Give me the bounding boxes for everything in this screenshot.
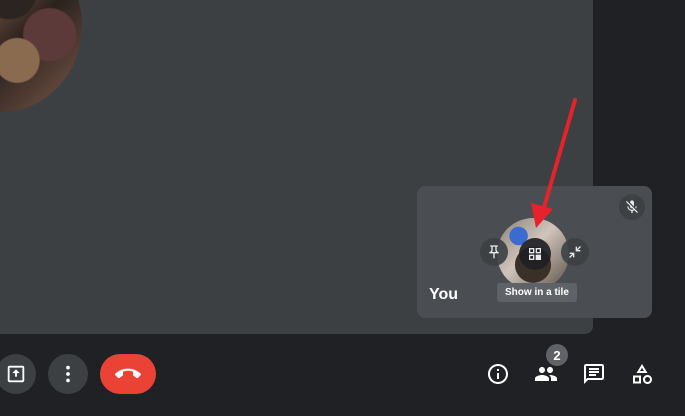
minimize-button[interactable] (561, 238, 589, 266)
grid-icon (529, 248, 541, 260)
pin-icon (489, 245, 499, 259)
participant-video (0, 0, 82, 112)
meeting-details-button[interactable] (484, 360, 512, 388)
mic-off-icon (619, 194, 645, 220)
chat-icon (584, 364, 604, 384)
show-in-tile-button[interactable] (519, 238, 551, 270)
activities-button[interactable] (628, 360, 656, 388)
shapes-icon (633, 364, 652, 384)
leave-call-button[interactable] (100, 354, 156, 394)
chat-button[interactable] (580, 360, 608, 388)
present-icon (7, 365, 25, 383)
minimize-icon (569, 246, 581, 258)
call-end-icon (115, 368, 141, 379)
more-vert-icon (66, 365, 70, 383)
self-name-label: You (429, 286, 459, 303)
present-button[interactable] (0, 354, 36, 394)
pin-button[interactable] (480, 238, 508, 266)
people-count-badge: 2 (546, 344, 568, 366)
info-icon (488, 364, 508, 384)
self-view-tile[interactable]: You Show in a tile (417, 186, 652, 318)
more-options-button[interactable] (48, 354, 88, 394)
show-in-tile-tooltip: Show in a tile (497, 283, 577, 302)
